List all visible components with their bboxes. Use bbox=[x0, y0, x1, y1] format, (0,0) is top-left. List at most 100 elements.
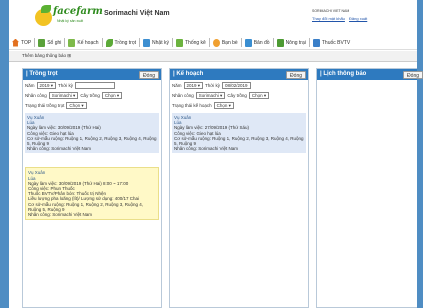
card-fields: Cơ sở-mẫu ruộng: Ruộng 1, Ruộng 2, Ruộng… bbox=[28, 201, 143, 212]
nav-item-ke-hoach[interactable]: Kế hoạch bbox=[65, 37, 101, 49]
card-worker: Nhân công: Sorimachi Việt Nam bbox=[27, 146, 91, 152]
change-password-link[interactable]: Thay đổi mật khẩu bbox=[312, 16, 345, 21]
card-worker: Nhân công: Sorimachi Việt Nam bbox=[174, 146, 238, 152]
notice-toolbar: Thêm bảng thông báo ⊞ bbox=[9, 51, 417, 62]
card-fields: Cơ sở-mẫu ruộng: Ruộng 1, Ruộng 2, Ruộng… bbox=[27, 135, 157, 147]
panel-trong-trot: | Trồng trọt Đóng Năm 2019 ▾ Thời kỳ Nhâ… bbox=[22, 68, 162, 308]
nav-item-trong-trot[interactable]: Trồng trọt bbox=[103, 37, 140, 49]
crop-label: Cây trồng bbox=[80, 92, 100, 98]
panel-header: | Kế hoạch Đóng bbox=[170, 69, 308, 80]
worker-select[interactable]: Sorimachi ▾ bbox=[195, 91, 226, 99]
year-label: Năm bbox=[172, 82, 182, 88]
page: facefarm Nhật ký sản xuất Sorimachi Việt… bbox=[9, 0, 423, 308]
nav-label: TOP bbox=[21, 39, 32, 46]
home-icon bbox=[12, 38, 19, 47]
status-select[interactable]: Chọn ▾ bbox=[66, 101, 87, 109]
status-label: Trạng thái trồng trọt bbox=[25, 102, 65, 108]
crop-label: Cây trồng bbox=[227, 92, 247, 98]
close-button[interactable]: Đóng bbox=[403, 70, 423, 79]
status-value: Chọn bbox=[69, 102, 81, 108]
friends-icon bbox=[212, 38, 220, 47]
crop-select[interactable]: Chọn ▾ bbox=[248, 91, 270, 99]
status-select[interactable]: Chọn ▾ bbox=[213, 101, 234, 109]
panel-lich-thong-bao: | Lịch thông báo Đóng bbox=[316, 68, 423, 308]
add-notice-button[interactable]: Thêm bảng thông báo ⊞ bbox=[22, 53, 71, 59]
status-label: Trạng thái kế hoạch bbox=[172, 102, 212, 108]
worker-select[interactable]: Sorimachi ▾ bbox=[48, 91, 79, 99]
nav-item-so-ghi[interactable]: Sổ ghi bbox=[35, 37, 64, 49]
map-icon bbox=[244, 38, 252, 47]
nav-item-nhat-ky[interactable]: Nhật ký bbox=[140, 37, 172, 49]
nav-item-ban-be[interactable]: Bạn bè bbox=[210, 37, 241, 49]
nav-item-top[interactable]: TOP bbox=[9, 37, 34, 49]
task-card[interactable]: Vụ Xuân Lúa Ngày làm việc: 30/09/2019 (T… bbox=[25, 167, 159, 221]
right-border bbox=[417, 0, 423, 308]
filter-row: Năm 2019 ▾ Thời kỳ bbox=[23, 80, 161, 90]
account-name: SORIMACHI VIET NAM bbox=[312, 9, 350, 13]
worker-value: Sorimachi bbox=[51, 92, 72, 98]
nav-label: Nhật ký bbox=[152, 39, 169, 46]
crop-value: Chọn bbox=[104, 92, 116, 98]
worker-label: Nhân công bbox=[172, 92, 194, 98]
company-name: Sorimachi Việt Nam bbox=[104, 10, 170, 17]
panel-header: | Lịch thông báo Đóng bbox=[317, 69, 423, 80]
notebook-icon bbox=[38, 38, 46, 47]
card-dosage: Liều lượng pha loãng (lít)/ Lượng sử dụn… bbox=[28, 196, 140, 202]
logout-link[interactable]: Đăng xuất bbox=[349, 16, 367, 21]
panel-title: | Lịch thông báo bbox=[320, 71, 367, 77]
season-label: Thời kỳ bbox=[205, 82, 220, 88]
filter-row: Trạng thái kế hoạch Chọn ▾ bbox=[170, 100, 308, 110]
filter-row: Nhân công Sorimachi ▾ Cây trồng Chọn ▾ bbox=[170, 90, 308, 100]
year-value: 2019 bbox=[39, 82, 50, 88]
left-border bbox=[0, 0, 9, 308]
header: facefarm Nhật ký sản xuất Sorimachi Việt… bbox=[9, 0, 417, 34]
date-input[interactable]: 08/02/2019 bbox=[222, 81, 251, 89]
close-button[interactable]: Đóng bbox=[139, 70, 159, 79]
nav-label: Thuốc BVTV bbox=[321, 39, 351, 46]
account-box: SORIMACHI VIET NAM Thay đổi mật khẩu Đăn… bbox=[312, 9, 370, 21]
crop-value: Chọn bbox=[251, 92, 263, 98]
date-value: 08/02/2019 bbox=[225, 82, 248, 88]
year-select[interactable]: 2019 ▾ bbox=[183, 81, 204, 89]
crop-select[interactable]: Chọn ▾ bbox=[101, 91, 123, 99]
nav-item-thong-ke[interactable]: Thống kê bbox=[173, 37, 209, 49]
card-fields: Cơ sở-mẫu ruộng: Ruộng 1, Ruộng 2, Ruộng… bbox=[174, 135, 304, 147]
task-card[interactable]: Vụ Xuân Lúa Ngày làm việc: 27/09/2019 (T… bbox=[172, 113, 306, 154]
diary-icon bbox=[143, 38, 151, 47]
nav-label: Thống kê bbox=[184, 39, 206, 46]
stats-icon bbox=[175, 38, 183, 47]
season-select[interactable] bbox=[75, 81, 115, 89]
panel-title: | Trồng trọt bbox=[26, 71, 58, 77]
year-select[interactable]: 2019 ▾ bbox=[36, 81, 57, 89]
season-label: Thời kỳ bbox=[58, 82, 73, 88]
filter-row: Năm 2019 ▾ Thời kỳ 08/02/2019 bbox=[170, 80, 308, 90]
leaf-icon bbox=[41, 5, 51, 13]
logo[interactable]: facefarm Nhật ký sản xuất bbox=[29, 4, 103, 30]
nav-label: Kế hoạch bbox=[77, 39, 99, 46]
plan-icon bbox=[68, 38, 76, 47]
worker-label: Nhân công bbox=[25, 92, 47, 98]
nav-label: Nông trại bbox=[285, 39, 306, 46]
close-button[interactable]: Đóng bbox=[286, 70, 306, 79]
year-label: Năm bbox=[25, 82, 35, 88]
nav-label: Bạn bè bbox=[221, 39, 238, 46]
panel-ke-hoach: | Kế hoạch Đóng Năm 2019 ▾ Thời kỳ 08/02… bbox=[169, 68, 309, 308]
panel-title: | Kế hoạch bbox=[173, 71, 204, 77]
nav-label: Sổ ghi bbox=[47, 39, 62, 46]
brand-name: facefarm bbox=[53, 6, 103, 17]
task-card[interactable]: Vụ Xuân Lúa Ngày làm việc: 30/09/2019 (T… bbox=[25, 113, 159, 154]
card-worker: Nhân công: Sorimachi Việt Nam bbox=[28, 212, 92, 218]
nav-label: Trồng trọt bbox=[114, 39, 137, 46]
nav-label: Bản đồ bbox=[253, 39, 270, 46]
panel-header: | Trồng trọt Đóng bbox=[23, 69, 161, 80]
brand-tagline: Nhật ký sản xuất bbox=[57, 19, 84, 23]
status-value: Chọn bbox=[216, 102, 228, 108]
pesticide-icon bbox=[312, 38, 320, 47]
worker-value: Sorimachi bbox=[198, 92, 219, 98]
farm-icon bbox=[276, 38, 284, 47]
nav-item-ban-do[interactable]: Bản đồ bbox=[242, 37, 273, 49]
year-value: 2019 bbox=[186, 82, 197, 88]
nav-item-nong-trai[interactable]: Nông trại bbox=[274, 37, 309, 49]
filter-row: Nhân công Sorimachi ▾ Cây trồng Chọn ▾ bbox=[23, 90, 161, 100]
nav-item-thuoc-bvtv[interactable]: Thuốc BVTV bbox=[310, 37, 353, 49]
